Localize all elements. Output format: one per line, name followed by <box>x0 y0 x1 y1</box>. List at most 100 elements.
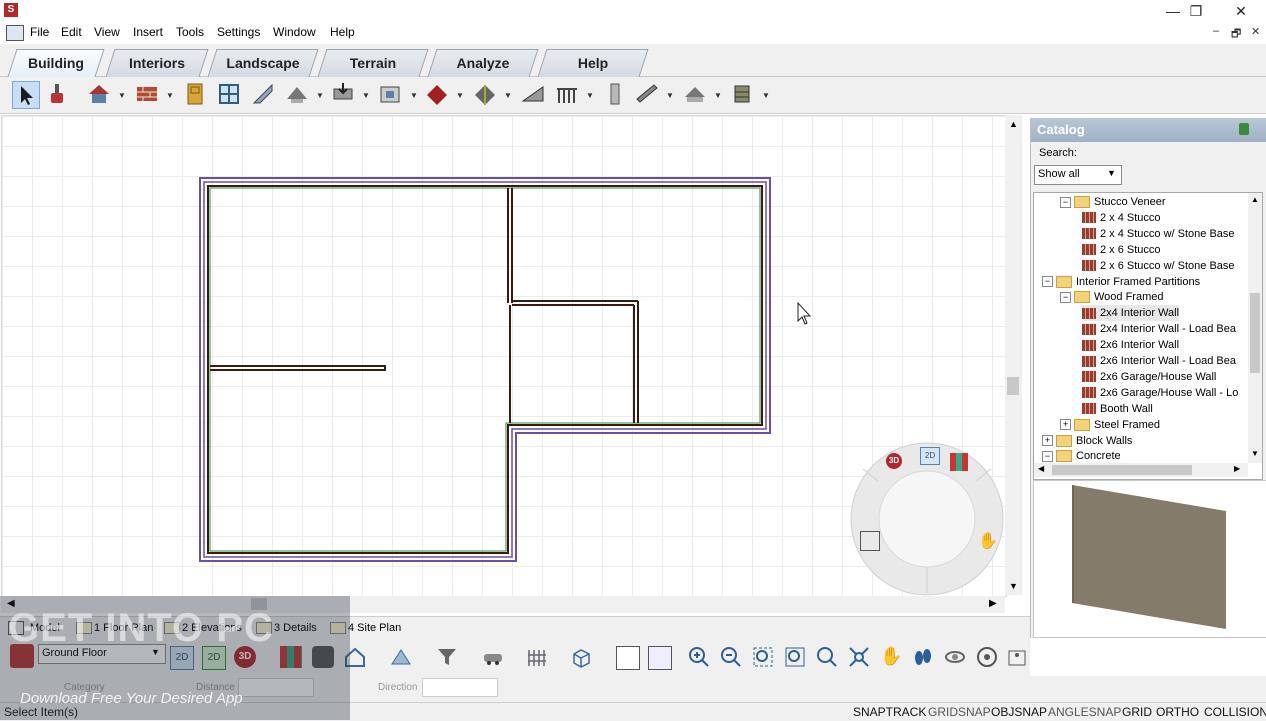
wall-icon[interactable] <box>134 81 160 107</box>
grid-toggle[interactable]: GRID <box>1122 705 1152 719</box>
scroll-thumb[interactable] <box>1250 293 1260 373</box>
deck-icon[interactable] <box>682 81 708 107</box>
mdi-close-button[interactable]: ✕ <box>1251 25 1260 38</box>
close-button[interactable]: ✕ <box>1218 0 1264 22</box>
box-3d-icon[interactable] <box>570 646 592 668</box>
menu-window[interactable]: Window <box>273 25 316 39</box>
scroll-thumb[interactable] <box>1052 465 1192 475</box>
tree-item[interactable]: 2x6 Garage/House Wall - Lo <box>1082 385 1238 401</box>
chevron-down-icon[interactable]: ▼ <box>166 91 174 100</box>
view-2d-icon[interactable]: 2D <box>920 447 940 465</box>
tree-item[interactable]: 2x4 Interior Wall <box>1082 305 1180 322</box>
tree-item[interactable]: 2x6 Interior Wall <box>1082 337 1179 353</box>
orbit-icon[interactable] <box>944 646 966 668</box>
scroll-thumb[interactable] <box>1007 377 1019 395</box>
scroll-right-icon[interactable]: ▶ <box>1234 464 1240 473</box>
collapse-icon[interactable]: − <box>1042 276 1053 288</box>
column-icon[interactable] <box>602 81 628 107</box>
tab-help[interactable]: Help <box>537 49 649 77</box>
zoom-in-icon[interactable] <box>688 646 710 668</box>
collapse-icon[interactable]: − <box>1060 196 1071 208</box>
zoom-window-icon[interactable] <box>752 646 774 668</box>
menu-file[interactable]: File <box>30 25 49 39</box>
tab-analyze[interactable]: Analyze <box>427 49 539 77</box>
door-icon[interactable] <box>182 81 208 107</box>
tree-item[interactable]: 2 x 4 Stucco <box>1082 210 1161 226</box>
tree-item[interactable]: 2 x 4 Stucco w/ Stone Base <box>1082 226 1235 242</box>
tree-item[interactable]: 2x6 Interior Wall - Load Bea <box>1082 353 1236 369</box>
zoom-extents-icon[interactable] <box>860 531 880 551</box>
direction-input[interactable] <box>422 678 498 697</box>
tab-terrain[interactable]: Terrain <box>317 49 429 77</box>
document-icon[interactable] <box>6 25 24 41</box>
ortho-toggle[interactable]: ORTHO <box>1156 705 1199 719</box>
beam-icon[interactable] <box>634 81 660 107</box>
display-settings-icon[interactable] <box>648 646 672 670</box>
zoom-out-icon[interactable] <box>720 646 742 668</box>
expand-icon[interactable]: + <box>1042 435 1053 447</box>
fit-all-icon[interactable] <box>848 646 870 668</box>
steering-wheel-icon[interactable] <box>976 646 998 668</box>
stair-icon[interactable] <box>250 81 276 107</box>
tab-landscape[interactable]: Landscape <box>207 49 319 77</box>
roof-icon[interactable] <box>284 81 310 107</box>
collision-toggle[interactable]: COLLISION <box>1204 705 1266 719</box>
pin-icon[interactable] <box>1239 123 1249 135</box>
chevron-down-icon[interactable]: ▼ <box>714 91 722 100</box>
gridsnap-toggle[interactable]: GRIDSNAP <box>928 705 991 719</box>
scroll-down-icon[interactable]: ▼ <box>1009 581 1018 591</box>
opening-icon[interactable] <box>378 81 404 107</box>
zoom-selection-icon[interactable] <box>784 646 806 668</box>
ramp-icon[interactable] <box>520 81 546 107</box>
collapse-icon[interactable]: − <box>1042 450 1053 462</box>
mdi-restore-button[interactable]: 🗗 <box>1231 25 1241 44</box>
maximize-button[interactable]: ❐ <box>1173 0 1219 22</box>
car-icon[interactable] <box>482 646 504 668</box>
chevron-down-icon[interactable]: ▼ <box>316 91 324 100</box>
expand-icon[interactable]: + <box>1060 419 1071 431</box>
collapse-icon[interactable]: − <box>1060 291 1071 303</box>
cabinet-icon[interactable] <box>730 81 756 107</box>
select-arrow-icon[interactable] <box>12 81 40 109</box>
view-3d-icon[interactable]: 3D <box>886 453 902 469</box>
menu-help[interactable]: Help <box>330 25 355 39</box>
walk-icon[interactable] <box>912 646 934 668</box>
zoom-extents-icon[interactable] <box>816 646 838 668</box>
house-wizard-icon[interactable] <box>86 81 112 107</box>
tab-site-plan[interactable]: 4 Site Plan <box>348 622 401 634</box>
tree-item[interactable]: Booth Wall <box>1082 401 1153 417</box>
tree-folder[interactable]: − Wood Framed <box>1060 289 1164 305</box>
chevron-down-icon[interactable]: ▼ <box>456 91 464 100</box>
chevron-down-icon[interactable]: ▼ <box>762 91 770 100</box>
tree-vscrollbar[interactable]: ▲ ▼ <box>1248 193 1262 463</box>
railing-icon[interactable] <box>554 81 580 107</box>
roof-plane-icon[interactable] <box>424 81 450 107</box>
paint-brush-icon[interactable] <box>44 81 70 107</box>
tree-item[interactable]: 2 x 6 Stucco <box>1082 242 1161 258</box>
filter-select[interactable]: Show all ▼ <box>1034 165 1122 185</box>
menu-edit[interactable]: Edit <box>61 25 82 39</box>
tree-folder[interactable]: − Stucco Veneer <box>1060 194 1166 210</box>
scroll-down-icon[interactable]: ▼ <box>1251 449 1259 458</box>
catalog-tree[interactable]: − Stucco Veneer 2 x 4 Stucco 2 x 4 Stucco w… <box>1033 192 1263 480</box>
menu-settings[interactable]: Settings <box>217 25 260 39</box>
chevron-down-icon[interactable]: ▼ <box>410 91 418 100</box>
tree-folder[interactable]: − Concrete <box>1042 448 1121 464</box>
snaptrack-toggle[interactable]: SNAPTRACK <box>853 705 926 719</box>
tree-folder[interactable]: + Steel Framed <box>1060 417 1160 433</box>
foundation-icon[interactable] <box>330 81 356 107</box>
scroll-up-icon[interactable]: ▲ <box>1009 119 1018 129</box>
objsnap-toggle[interactable]: OBJSNAP <box>991 705 1047 719</box>
tree-item[interactable]: 2x4 Interior Wall - Load Bea <box>1082 321 1236 337</box>
print-preview-icon[interactable] <box>616 646 640 670</box>
tree-hscrollbar[interactable]: ◀ ▶ <box>1034 463 1248 477</box>
chevron-down-icon[interactable]: ▼ <box>118 91 126 100</box>
pan-hand-icon[interactable]: ✋ <box>978 531 998 551</box>
chevron-down-icon[interactable]: ▼ <box>666 91 674 100</box>
dormer-icon[interactable] <box>472 81 498 107</box>
chevron-down-icon[interactable]: ▼ <box>504 91 512 100</box>
pan-hand-icon[interactable]: ✋ <box>880 646 902 668</box>
plan-drawing-area[interactable]: 3D 2D ✋ <box>1 115 1007 597</box>
roof-view-icon[interactable] <box>390 646 412 668</box>
walk-through-icon[interactable] <box>1006 646 1028 668</box>
